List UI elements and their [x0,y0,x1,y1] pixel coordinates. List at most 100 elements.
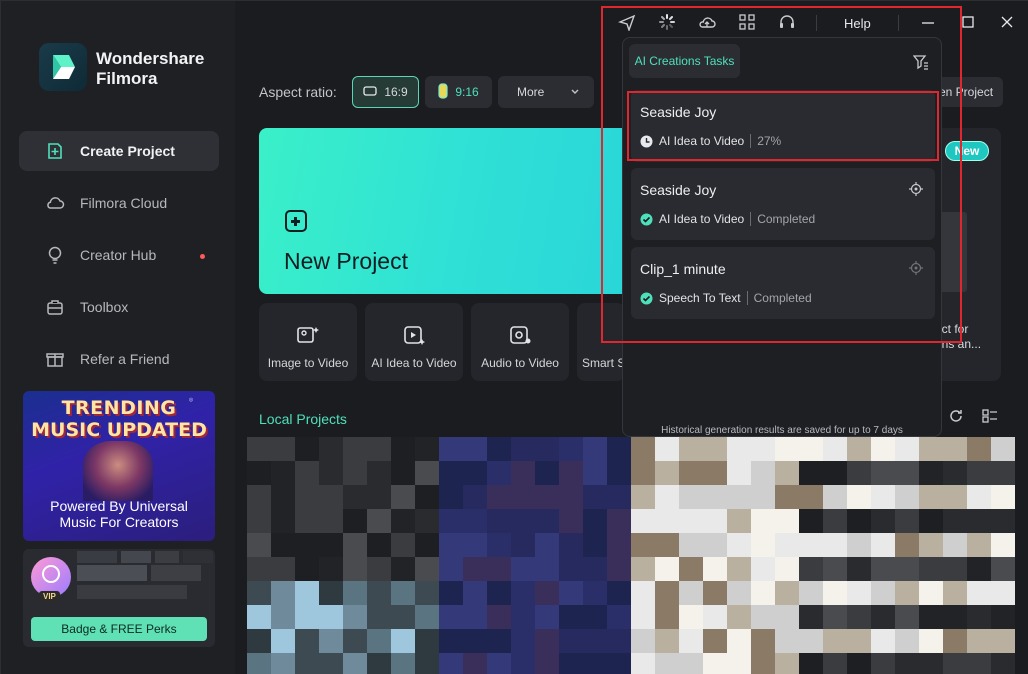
tool-smart[interactable]: Smart S [577,303,625,381]
new-project-card[interactable]: New Project [259,128,629,294]
titlebar-divider [816,15,817,31]
mosaic-cell [775,533,799,557]
mosaic-cell [751,509,775,533]
locate-icon[interactable] [909,261,923,275]
mosaic-cell [679,461,703,485]
apps-grid-icon[interactable] [738,13,756,31]
close-icon[interactable] [998,13,1016,31]
aspect-16-9-button[interactable]: 16:9 [352,76,419,108]
mosaic-cell [655,629,679,653]
mosaic-cell [631,437,655,461]
mosaic-cell [415,557,439,581]
mosaic-cell [247,533,271,557]
mosaic-cell [847,509,871,533]
task-name: Seaside Joy [640,182,717,198]
sidebar-item-refer-a-friend[interactable]: Refer a Friend [19,339,219,379]
mosaic-cell [463,557,487,581]
list-view-icon[interactable] [982,408,998,429]
mosaic-cell [343,653,367,674]
task-meta: Speech To Text Completed [640,291,812,305]
minimize-icon[interactable] [919,13,937,31]
check-circle-icon [640,292,653,305]
task-name: Seaside Joy [640,104,717,120]
sidebar-item-create-project[interactable]: Create Project [19,131,219,171]
mosaic-cell [943,629,967,653]
mosaic-cell [439,533,463,557]
locate-icon[interactable] [909,182,923,196]
mosaic-cell [775,437,799,461]
mosaic-cell [511,557,535,581]
mosaic-cell [679,629,703,653]
mosaic-cell [391,557,415,581]
mosaic-cell [607,461,631,485]
sidebar-item-toolbox[interactable]: Toolbox [19,287,219,327]
task-item[interactable]: Seaside Joy AI Idea to Video Completed [631,168,935,240]
mosaic-cell [463,581,487,605]
refresh-icon[interactable] [948,408,964,429]
mosaic-cell [943,653,967,674]
promo-title-1: TRENDING [61,397,177,419]
tab-ai-creations-tasks[interactable]: AI Creations Tasks [629,44,740,78]
mosaic-cell [295,557,319,581]
task-status: Completed [753,291,812,305]
mosaic-cell [247,461,271,485]
mosaic-cell [559,557,583,581]
mosaic-cell [871,509,895,533]
mosaic-cell [511,629,535,653]
mosaic-cell [391,485,415,509]
filter-icon[interactable] [912,54,929,70]
mosaic-cell [775,605,799,629]
task-type: Speech To Text [659,291,741,305]
mosaic-cell [823,461,847,485]
mosaic-cell [679,581,703,605]
tool-audio-to-video[interactable]: Audio to Video [471,303,569,381]
mosaic-cell [487,533,511,557]
mosaic-cell [463,629,487,653]
mosaic-cell [247,629,271,653]
sidebar-item-label: Toolbox [80,299,129,315]
help-menu[interactable]: Help [844,16,871,31]
mosaic-cell [847,485,871,509]
more-aspect-dropdown[interactable]: More [498,76,594,108]
promo-banner[interactable]: ◎ TRENDING MUSIC UPDATED Powered By Univ… [23,391,215,541]
landscape-icon [363,85,377,99]
send-icon[interactable] [617,13,636,33]
mosaic-cell [367,605,391,629]
mosaic-cell [439,485,463,509]
mosaic-cell [919,533,943,557]
mosaic-cell [295,533,319,557]
mosaic-cell [991,533,1015,557]
mosaic-cell [847,437,871,461]
tool-ai-idea-to-video[interactable]: AI Idea to Video [365,303,463,381]
mosaic-cell [919,605,943,629]
mosaic-cell [415,437,439,461]
mosaic-cell [775,629,799,653]
mosaic-cell [991,629,1015,653]
mosaic-cell [319,605,343,629]
mosaic-cell [943,605,967,629]
tool-image-to-video[interactable]: Image to Video [259,303,357,381]
mosaic-cell [919,437,943,461]
meta-divider [746,291,748,305]
mosaic-cell [967,533,991,557]
mosaic-cell [895,629,919,653]
mosaic-cell [631,509,655,533]
loading-spinner-icon[interactable] [658,13,676,31]
headset-icon[interactable] [778,13,796,31]
mosaic-cell [847,461,871,485]
mosaic-cell [655,605,679,629]
mosaic-cell [439,605,463,629]
promo-artist-image [83,441,153,501]
task-item[interactable]: Seaside Joy AI Idea to Video 27% [631,90,935,162]
cloud-upload-icon[interactable] [698,13,716,31]
mosaic-cell [967,437,991,461]
sidebar-item-filmora-cloud[interactable]: Filmora Cloud [19,183,219,223]
maximize-icon[interactable] [959,13,977,31]
meta-divider [750,212,752,226]
sidebar-item-creator-hub[interactable]: Creator Hub [19,235,219,275]
mosaic-cell [319,437,343,461]
mosaic-cell [439,629,463,653]
aspect-9-16-button[interactable]: 9:16 [425,76,492,108]
badge-perks-button[interactable]: Badge & FREE Perks [31,617,207,641]
task-item[interactable]: Clip_1 minute Speech To Text Completed [631,247,935,319]
